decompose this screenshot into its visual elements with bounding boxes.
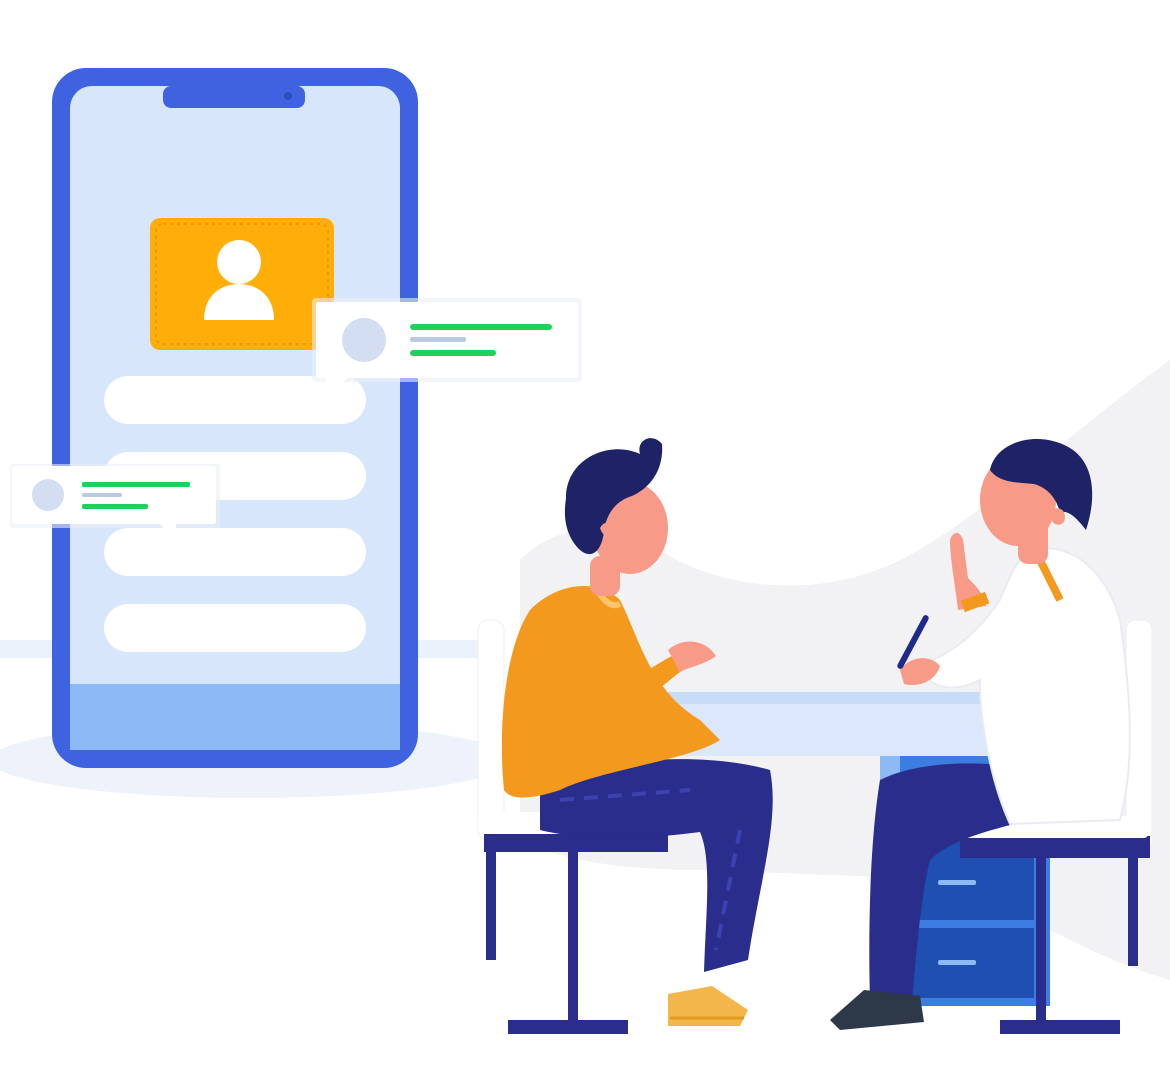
profile-card — [150, 218, 334, 350]
phone-notch — [163, 86, 305, 108]
illustration-canvas — [0, 0, 1170, 1071]
phone — [52, 68, 418, 768]
form-field-3 — [104, 528, 366, 576]
form-field-4 — [104, 604, 366, 652]
